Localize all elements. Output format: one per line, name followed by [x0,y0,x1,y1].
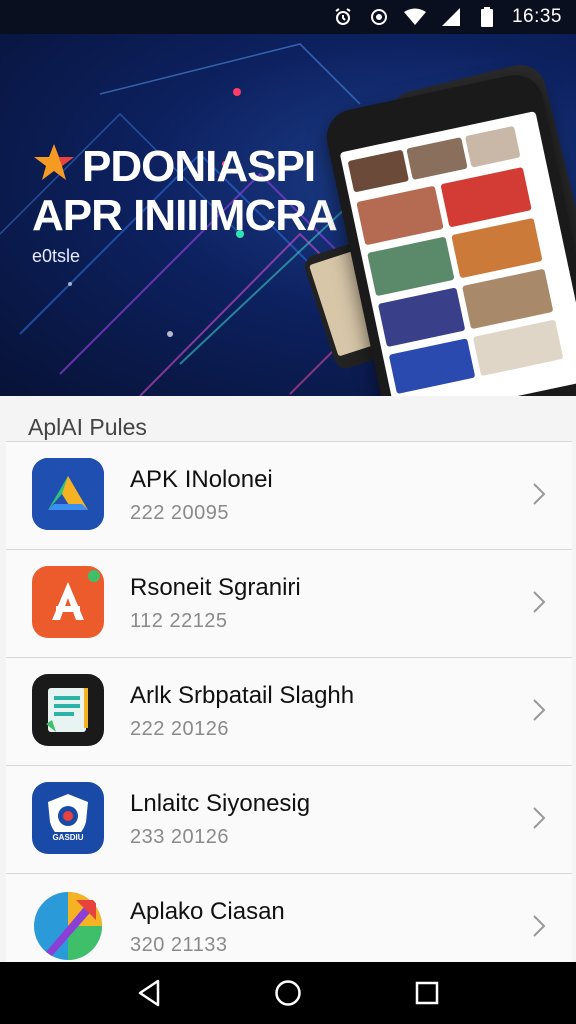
app-meta: 320 21133 [130,934,228,956]
app-list-section: AplAI Pules APK INolonei 222 20095 Rsone… [0,396,576,982]
list-item[interactable]: APK INolonei 222 20095 [6,441,572,550]
app-name: Rsoneit Sgraniri [130,574,301,601]
colorful-arrow-icon [32,890,104,962]
app-name: Lnlaitc Siyonesig [130,790,311,817]
section-header: AplAI Pules [28,414,147,440]
shield-icon: GASDIU [32,782,104,854]
chevron-right-icon [533,591,546,613]
app-name: Arlk Srbpatail Slaghh [130,682,355,709]
list-item[interactable]: Arlk Srbpatail Slaghh 222 20126 [6,658,572,766]
alarm-icon [332,6,354,28]
signal-icon [440,6,462,28]
wifi-icon [403,6,426,28]
app-name: APK INolonei [130,466,273,493]
back-icon[interactable] [129,973,169,1013]
banner-title-line1: PDONIASPI [82,142,316,191]
banner-title: PDONIASPI APR INIIIMCRA [32,142,338,240]
home-icon[interactable] [268,973,308,1013]
star-icon [32,142,76,192]
app-meta: 233 20126 [130,826,230,848]
promo-banner[interactable]: PDONIASPI APR INIIIMCRA e0tsle [0,34,576,396]
app-list: APK INolonei 222 20095 Rsoneit Sgraniri … [6,441,572,982]
letter-a-icon [32,566,104,638]
eye-icon [368,6,390,28]
banner-title-line2: APR INIIIMCRA [32,191,338,240]
chevron-right-icon [533,699,546,721]
recents-icon[interactable] [407,973,447,1013]
app-name: Aplako Ciasan [130,898,285,925]
app-meta: 222 20095 [130,502,230,524]
chevron-right-icon [533,807,546,829]
battery-icon [476,6,498,28]
status-bar: 16:35 [0,0,576,34]
chevron-right-icon [533,915,546,937]
app-meta: 112 22125 [130,610,228,632]
list-item[interactable]: Rsoneit Sgraniri 112 22125 [6,550,572,658]
list-item[interactable]: GASDIU Lnlaitc Siyonesig 233 20126 [6,766,572,874]
navigation-bar [0,962,576,1024]
banner-subtitle: e0tsle [32,246,81,266]
clock: 16:35 [511,6,562,27]
chevron-right-icon [533,483,546,505]
arrow-a-icon [32,458,104,530]
document-icon [32,674,104,746]
app-meta: 222 20126 [130,718,230,740]
svg-text:GASDIU: GASDIU [52,833,83,842]
